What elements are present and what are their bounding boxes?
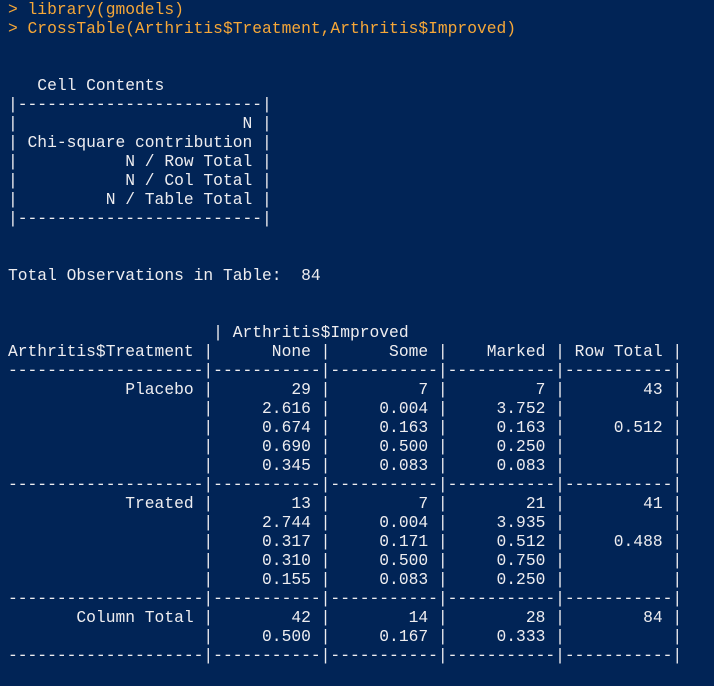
output-line: Placebo | 29 | 7 | 7 | 43 | [8,380,683,399]
output-line: | 0.500 | 0.167 | 0.333 | | [8,627,683,646]
output-line: | N / Row Total | [8,152,272,171]
output-line: | 0.674 | 0.163 | 0.163 | 0.512 | [8,418,683,437]
output-line: --------------------|-----------|-------… [8,646,683,665]
output-line: Total Observations in Table: 84 [8,266,321,285]
output-line: Arthritis$Treatment | None | Some | Mark… [8,342,683,361]
output-line: |-------------------------| [8,209,272,228]
output-line: | 0.310 | 0.500 | 0.750 | | [8,551,683,570]
output-line: --------------------|-----------|-------… [8,475,683,494]
output-line: | Arthritis$Improved [8,323,409,342]
output-line: | 0.690 | 0.500 | 0.250 | | [8,437,683,456]
command-line: > library(gmodels) [8,0,184,19]
output-line: | 0.345 | 0.083 | 0.083 | | [8,456,683,475]
output-line: | Chi-square contribution | [8,133,272,152]
console-output[interactable]: > library(gmodels) > CrossTable(Arthritis… [8,0,708,686]
output-line: --------------------|-----------|-------… [8,361,683,380]
output-line: Cell Contents [8,76,165,95]
output-line: |-------------------------| [8,95,272,114]
output-line: --------------------|-----------|-------… [8,589,683,608]
output-line: | N / Col Total | [8,171,272,190]
output-line: | 0.155 | 0.083 | 0.250 | | [8,570,683,589]
output-line: | N | [8,114,272,133]
output-line: Treated | 13 | 7 | 21 | 41 | [8,494,683,513]
output-line: Column Total | 42 | 14 | 28 | 84 | [8,608,683,627]
output-line: | 2.744 | 0.004 | 3.935 | | [8,513,683,532]
output-line: | N / Table Total | [8,190,272,209]
output-line: | 0.317 | 0.171 | 0.512 | 0.488 | [8,532,683,551]
command-line: > CrossTable(Arthritis$Treatment,Arthrit… [8,19,517,38]
output-line: | 2.616 | 0.004 | 3.752 | | [8,399,683,418]
